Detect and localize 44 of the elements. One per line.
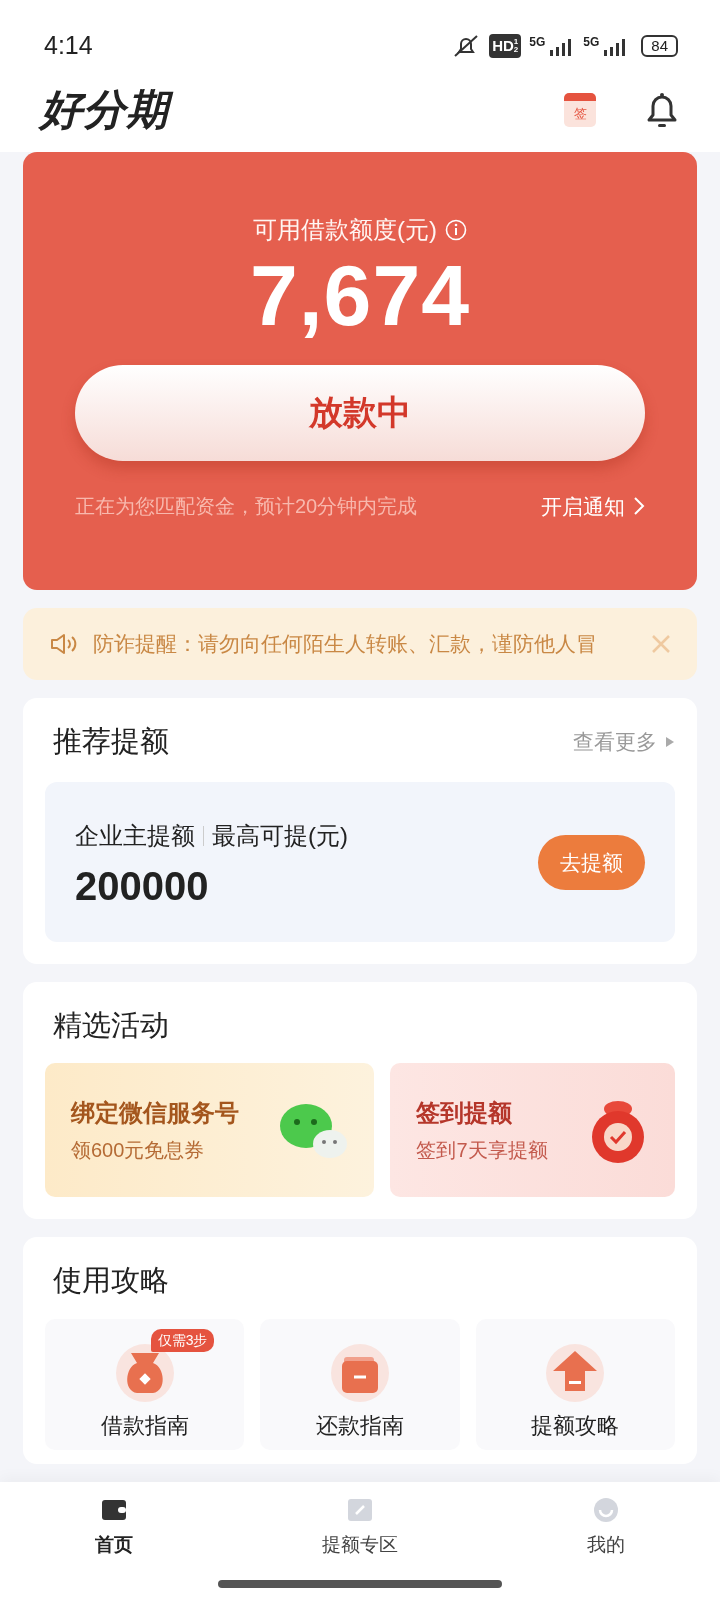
battery-indicator: 84 [641, 35, 678, 57]
activity-title: 绑定微信服务号 [71, 1098, 239, 1128]
section-title: 推荐提额 [52, 724, 169, 759]
activity-tile[interactable]: 绑定微信服务号 领600元免息券 [45, 1063, 375, 1197]
step-badge: 仅需3步 [150, 1328, 215, 1352]
offer-amount: 200000 [75, 863, 210, 908]
triangle-right-icon [665, 735, 675, 748]
notice-text: 防诈提醒：请勿向任何陌生人转账、汇款，谨防他人冒 [93, 631, 598, 658]
speaker-icon [49, 632, 77, 656]
info-icon[interactable] [445, 219, 467, 241]
view-more-link[interactable]: 查看更多 [573, 726, 675, 758]
credit-amount: 7,674 [248, 248, 472, 343]
check-in-calendar-icon[interactable]: 签 [564, 93, 596, 127]
activity-tile[interactable]: 签到提额 签到7天享提额 [390, 1063, 675, 1197]
offer-name: 企业主提额 [75, 820, 195, 851]
offer-subtitle: 最高可提(元) [212, 820, 348, 851]
wallet-icon [99, 1497, 128, 1523]
guide-label: 借款指南 [99, 1411, 190, 1440]
guide-tile[interactable]: 仅需3步 借款指南 [45, 1318, 245, 1450]
activity-subtitle: 签到7天享提额 [416, 1138, 548, 1163]
loan-status-button[interactable]: 放款中 [75, 364, 645, 461]
nav-tab[interactable]: 首页 [88, 1496, 139, 1561]
guide-label: 提额攻略 [530, 1411, 621, 1440]
guide-tile[interactable]: 还款指南 [260, 1318, 460, 1450]
smile-icon [592, 1497, 621, 1523]
credit-label: 可用借款额度(元) [253, 215, 437, 245]
guide-tile[interactable]: 提额攻略 [475, 1318, 675, 1450]
status-note: 正在为您匹配资金，预计20分钟内完成 [75, 494, 418, 520]
arrow-square-icon [346, 1497, 374, 1523]
section-title: 使用攻略 [52, 1263, 170, 1298]
wallet-icon [330, 1342, 390, 1403]
guide-label: 还款指南 [315, 1411, 405, 1440]
activity-title: 签到提额 [416, 1098, 514, 1128]
activity-subtitle: 领600元免息券 [71, 1138, 206, 1163]
nav-tab[interactable]: 提额专区 [316, 1496, 404, 1561]
chevron-right-icon [633, 496, 645, 517]
section-title: 精选活动 [52, 1007, 170, 1043]
app-logo: 好分期 [38, 82, 177, 138]
status-time: 4:14 [44, 30, 93, 62]
nav-tab[interactable]: 我的 [581, 1496, 632, 1561]
network-label: 5G [583, 36, 600, 48]
raise-limit-button[interactable]: 去提额 [538, 834, 645, 891]
network-label: 5G [529, 36, 546, 48]
enable-notification-link[interactable]: 开启通知 [541, 490, 645, 523]
